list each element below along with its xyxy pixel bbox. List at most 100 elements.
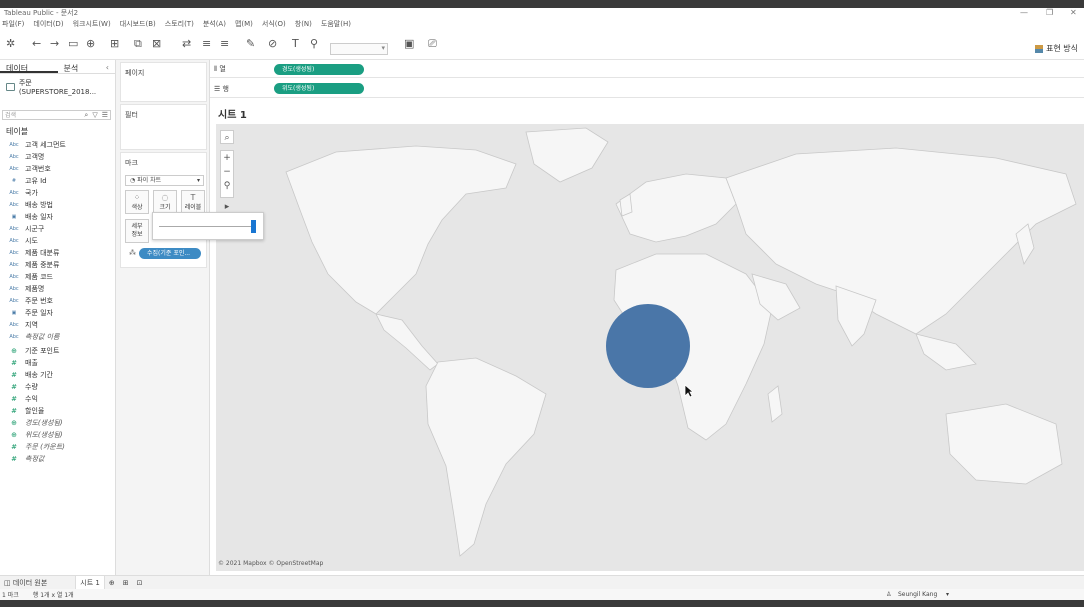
fix-axes-icon[interactable]: ▣ [404, 38, 414, 50]
presentation-icon[interactable]: ⎚ [428, 38, 437, 50]
field-item[interactable]: # 측정값 [0, 453, 115, 465]
tables-heading: 테이블 [6, 127, 29, 136]
sort-desc-icon[interactable]: ≡ [220, 38, 229, 50]
field-item[interactable]: ▣ 배송 일자 [0, 211, 115, 223]
tab-analysis[interactable]: 분석 ‹ [58, 60, 116, 73]
marks-field-pill[interactable]: 수집(기준 포인... [139, 248, 201, 259]
new-story-icon[interactable]: ⊡ [133, 576, 147, 590]
sort-asc-icon[interactable]: ≡ [202, 38, 211, 50]
field-name: 측정값 [25, 455, 45, 463]
filter-icon[interactable]: ▽ [92, 111, 97, 120]
fit-dropdown[interactable]: ▾ [330, 43, 388, 55]
size-slider-thumb[interactable] [251, 220, 257, 233]
save-icon[interactable]: ▭ [68, 38, 78, 50]
field-item[interactable]: Abc 제품 대분류 [0, 247, 115, 259]
new-datasource-icon[interactable]: ⊕ [86, 38, 95, 50]
pin-map-icon[interactable]: ⚲ [221, 179, 233, 193]
field-item[interactable]: # 배송 기간 [0, 369, 115, 381]
label-button[interactable]: T 레이블 [181, 190, 205, 214]
view-options-icon[interactable]: ☰ [102, 111, 108, 120]
menu-item[interactable]: 대시보드(B) [120, 19, 156, 29]
chevron-down-icon[interactable]: ▾ [946, 591, 949, 598]
field-item[interactable]: # 고유 Id [0, 175, 115, 187]
marks-type-dropdown[interactable]: ◔ 파이 차트 ▾ [125, 175, 204, 186]
menu-item[interactable]: 맵(M) [235, 19, 253, 29]
field-item[interactable]: Abc 고객명 [0, 151, 115, 163]
sheet-tabs: ◫ 데이터 원본 시트 1 ⊕ ⊞ ⊡ [0, 575, 1084, 590]
menu-item[interactable]: 파일(F) [2, 19, 24, 29]
menu-item[interactable]: 워크시트(W) [73, 19, 111, 29]
label-icon[interactable]: T [292, 38, 299, 50]
field-item[interactable]: Abc 고객 세그먼트 [0, 139, 115, 151]
minimize-icon[interactable]: — [1020, 8, 1028, 17]
field-item[interactable]: # 수익 [0, 393, 115, 405]
restore-icon[interactable]: ❐ [1046, 8, 1053, 17]
forward-icon[interactable]: → [50, 38, 59, 50]
field-item[interactable]: # 매출 [0, 357, 115, 369]
new-dashboard-icon[interactable]: ⊞ [119, 576, 133, 590]
field-item[interactable]: Abc 측정값 이름 [0, 331, 115, 343]
new-sheet-tab-icon[interactable]: ⊕ [105, 576, 119, 590]
field-item[interactable]: # 주문 (카운트) [0, 441, 115, 453]
menu-item[interactable]: 도움말(H) [321, 19, 351, 29]
search-icon[interactable]: ⌕ [84, 111, 88, 120]
close-window-icon[interactable]: ✕ [1070, 8, 1077, 17]
show-me-button[interactable]: 표현 방식 [1035, 43, 1078, 54]
field-item[interactable]: Abc 제품명 [0, 283, 115, 295]
highlight-icon[interactable]: ✎ [246, 38, 255, 50]
tab-data[interactable]: 데이터 [0, 60, 58, 73]
user-name[interactable]: Seungil Kang [898, 591, 937, 598]
pie-mark[interactable] [606, 304, 690, 388]
zoom-in-icon[interactable]: + [221, 151, 233, 165]
new-sheet-icon[interactable]: ⊞ [110, 38, 119, 50]
field-item[interactable]: Abc 시군구 [0, 223, 115, 235]
field-item[interactable]: ⊕ 기준 포인트 [0, 345, 115, 357]
pin-icon[interactable]: ⚲ [310, 38, 318, 50]
map-search-icon[interactable]: ⌕ [220, 130, 234, 144]
size-slider-track[interactable] [159, 226, 255, 227]
user-avatar-icon[interactable]: ♙ [886, 591, 891, 598]
color-icon: ⁘ [133, 193, 141, 202]
field-item[interactable]: ⊕ 위도(생성됨) [0, 429, 115, 441]
menu-item[interactable]: 데이터(D) [33, 19, 63, 29]
field-item[interactable]: Abc 고객번호 [0, 163, 115, 175]
size-button[interactable]: ◌ 크기 [153, 190, 177, 214]
field-item[interactable]: Abc 제품 코드 [0, 271, 115, 283]
field-item[interactable]: # 수량 [0, 381, 115, 393]
field-item[interactable]: ▣ 주문 일자 [0, 307, 115, 319]
search-input[interactable]: 검색 ⌕ ▽ ☰ [2, 110, 111, 120]
data-source-tab[interactable]: ◫ 데이터 원본 [0, 576, 51, 590]
menu-item[interactable]: 스토리(T) [165, 19, 194, 29]
filters-card[interactable]: 필터 [120, 104, 207, 150]
field-item[interactable]: Abc 배송 방법 [0, 199, 115, 211]
window-title: Tableau Public - 문서2 [4, 9, 79, 17]
columns-pill[interactable]: 경도(생성됨) [274, 64, 364, 75]
pages-card[interactable]: 페이지 [120, 62, 207, 102]
menu-item[interactable]: 서식(O) [262, 19, 286, 29]
color-button[interactable]: ⁘ 색상 [125, 190, 149, 214]
duplicate-icon[interactable]: ⧉ [134, 38, 142, 50]
field-item[interactable]: Abc 지역 [0, 319, 115, 331]
group-icon[interactable]: ⊘ [268, 38, 277, 50]
tableau-logo-icon[interactable]: ✲ [6, 38, 15, 50]
menu-item[interactable]: 분석(A) [203, 19, 226, 29]
field-item[interactable]: Abc 주문 번호 [0, 295, 115, 307]
detail-button[interactable]: 세부 정보 [125, 219, 149, 243]
back-icon[interactable]: ← [32, 38, 41, 50]
swap-icon[interactable]: ⇄ [182, 38, 191, 50]
rows-pill[interactable]: 위도(생성됨) [274, 83, 364, 94]
field-item[interactable]: # 할인율 [0, 405, 115, 417]
field-item[interactable]: Abc 시도 [0, 235, 115, 247]
menu-item[interactable]: 창(N) [295, 19, 312, 29]
field-item[interactable]: Abc 제품 중분류 [0, 259, 115, 271]
sheet-tab[interactable]: 시트 1 [75, 575, 105, 590]
rows-shelf[interactable]: ☰ 행 위도(생성됨) [210, 80, 1084, 98]
columns-shelf[interactable]: ⦀ 열 경도(생성됨) [210, 60, 1084, 78]
field-item[interactable]: ⊕ 경도(생성됨) [0, 417, 115, 429]
field-item[interactable]: Abc 국가 [0, 187, 115, 199]
clear-sheet-icon[interactable]: ⊠ [152, 38, 161, 50]
zoom-out-icon[interactable]: − [221, 165, 233, 179]
map-view[interactable] [216, 124, 1084, 571]
datasource-item[interactable]: 주문 (SUPERSTORE_2018... [0, 74, 115, 100]
collapse-icon[interactable]: ‹ [106, 63, 109, 72]
